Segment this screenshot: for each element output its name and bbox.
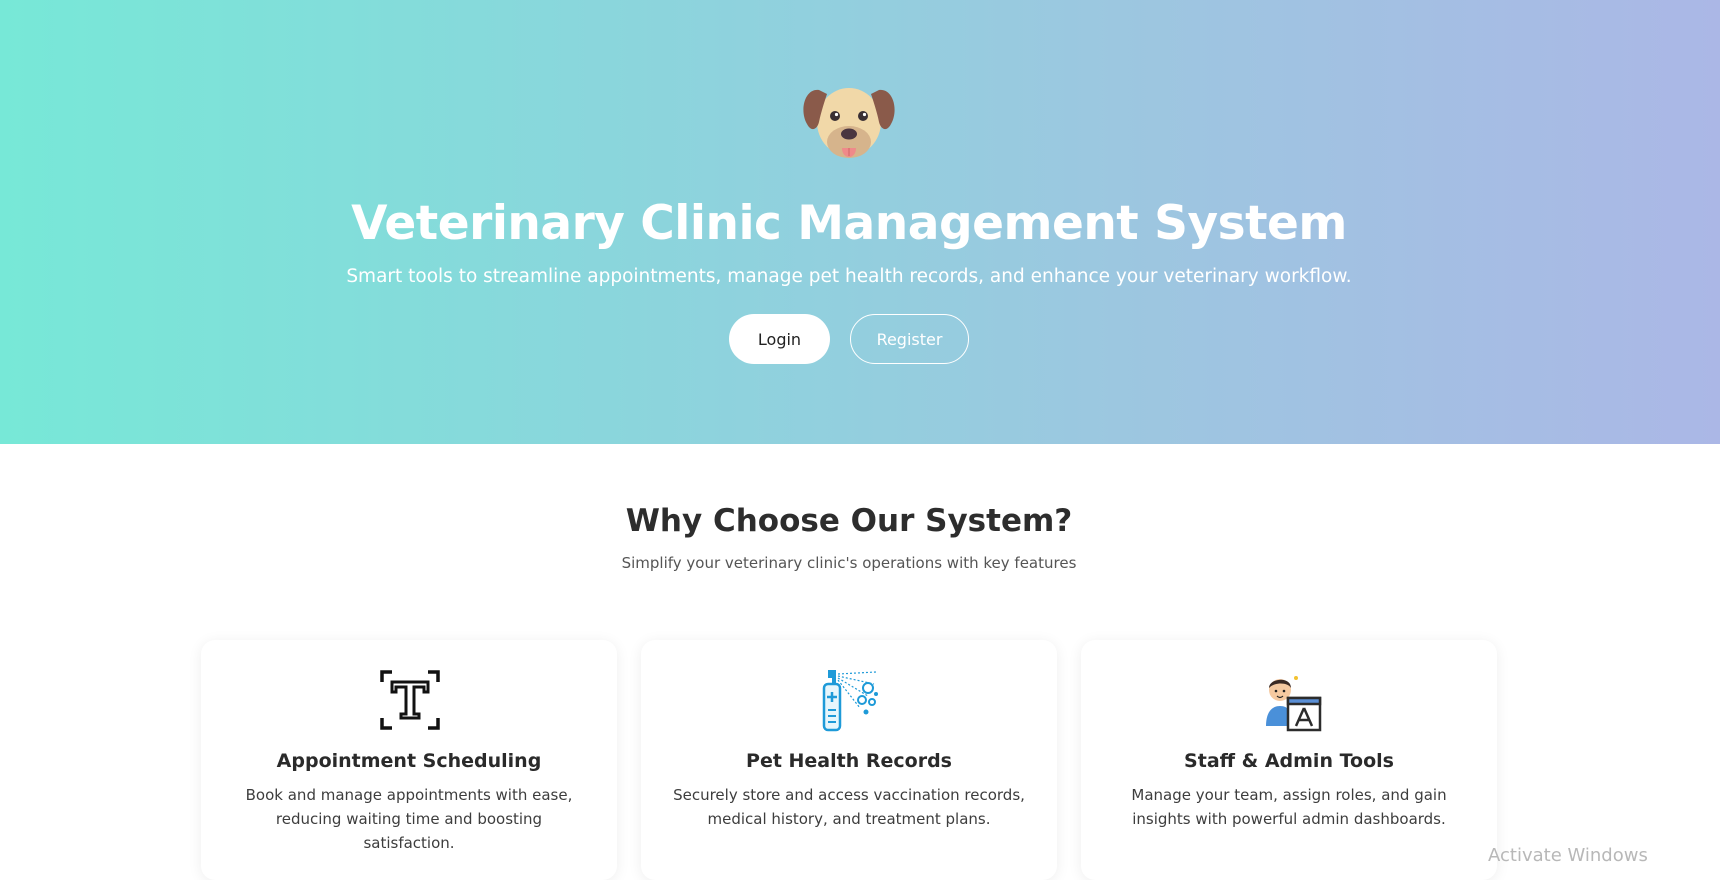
activate-windows-watermark: Activate Windows xyxy=(1488,845,1648,866)
feature-card-admin-tools: Staff & Admin Tools Manage your team, as… xyxy=(1081,640,1497,880)
features-title: Why Choose Our System? xyxy=(625,503,1073,539)
hero-section: Veterinary Clinic Management System Smar… xyxy=(0,0,1720,444)
admin-user-icon xyxy=(1266,676,1322,732)
page-title: Veterinary Clinic Management System xyxy=(351,196,1347,251)
hero-subtitle: Smart tools to streamline appointments, … xyxy=(346,266,1352,287)
card-description: Securely store and access vaccination re… xyxy=(673,786,1025,828)
feature-card-health-records: Pet Health Records Securely store and ac… xyxy=(641,640,1057,880)
feature-card-appointments: Appointment Scheduling Book and manage a… xyxy=(201,640,617,880)
features-subtitle: Simplify your veterinary clinic's operat… xyxy=(621,554,1077,572)
card-title: Staff & Admin Tools xyxy=(1184,750,1394,772)
dog-face-icon xyxy=(803,88,895,158)
register-button[interactable]: Register xyxy=(850,314,969,364)
card-title: Pet Health Records xyxy=(746,750,952,772)
card-description: Book and manage appointments with ease, … xyxy=(245,786,573,852)
card-title: Appointment Scheduling xyxy=(276,750,542,772)
login-button[interactable]: Login xyxy=(729,314,830,364)
text-scan-icon xyxy=(380,670,440,730)
spray-bottle-icon xyxy=(822,670,878,732)
card-description: Manage your team, assign roles, and gain… xyxy=(1131,786,1447,828)
